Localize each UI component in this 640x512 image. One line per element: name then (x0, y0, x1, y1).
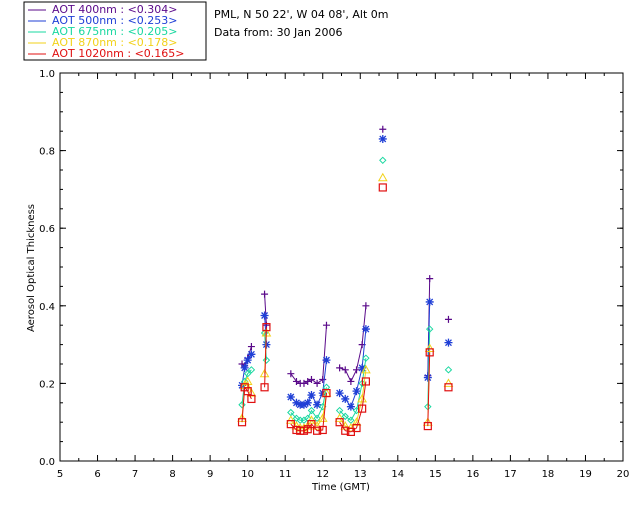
data-point (347, 377, 355, 385)
y-tick-label: 0.0 (39, 457, 55, 468)
data-point (313, 379, 321, 387)
data-point (377, 172, 388, 182)
y-tick-label: 1.0 (39, 69, 55, 80)
data-point (444, 366, 453, 374)
data-point (426, 275, 434, 283)
data-point (443, 378, 454, 387)
data-point (444, 315, 452, 323)
data-point (303, 398, 312, 407)
x-tick-label: 19 (579, 469, 592, 480)
data-point (261, 290, 269, 298)
x-tick-label: 10 (241, 469, 254, 480)
data-point (260, 311, 269, 320)
x-tick-label: 8 (169, 469, 175, 480)
data-point (444, 383, 453, 392)
x-tick-label: 7 (132, 469, 138, 480)
legend-entry: AOT 1020nm : <0.165> (52, 47, 185, 60)
data-point (247, 350, 256, 359)
station-location: PML, N 50 22', W 04 08', Alt 0m (214, 8, 388, 21)
x-axis-label: Time (GMT) (311, 482, 370, 493)
data-point (423, 373, 432, 382)
y-tick-label: 0.4 (39, 302, 55, 313)
x-tick-label: 17 (504, 469, 517, 480)
y-tick-label: 0.2 (39, 379, 55, 390)
data-point (319, 376, 327, 384)
data-point (307, 391, 316, 400)
data-point (379, 125, 387, 133)
data-point (243, 356, 252, 365)
data-point (334, 413, 345, 422)
axis-ticks: 5 6 7 8 9 10 11 12 13 14 15 16 17 18 19 20 0.0 0.2 0.4 0.6 0… (39, 69, 629, 480)
x-tick-label: 13 (354, 469, 367, 480)
data-point (378, 134, 387, 143)
x-tick-label: 20 (617, 469, 630, 480)
data-point (352, 387, 361, 396)
y-tick-label: 0.6 (39, 224, 55, 235)
plot-frame (59, 72, 624, 462)
data-point (378, 183, 387, 192)
y-tick-label: 0.8 (39, 147, 55, 158)
data-point (322, 321, 330, 329)
x-tick-label: 6 (94, 469, 100, 480)
x-tick-label: 12 (316, 469, 329, 480)
y-axis-label: Aerosol Optical Thickness (26, 204, 37, 332)
data-point (341, 394, 350, 403)
data-point (425, 297, 434, 306)
data-point (379, 156, 387, 165)
x-tick-label: 15 (429, 469, 442, 480)
aot-chart: AOT 400nm : <0.304>AOT 500nm : <0.253>AO… (23, 1, 629, 493)
data-date: Data from: 30 Jan 2006 (214, 26, 343, 39)
data-point (361, 325, 370, 334)
data-point (362, 302, 370, 310)
data-point (247, 343, 255, 351)
data-point (322, 356, 331, 365)
data-point (285, 415, 296, 424)
x-tick-label: 11 (279, 469, 292, 480)
x-tick-label: 14 (391, 469, 404, 480)
series-line (290, 325, 327, 385)
series-triangle (237, 172, 454, 432)
series-plus (238, 125, 452, 387)
legend: AOT 400nm : <0.304>AOT 500nm : <0.253>AO… (23, 1, 207, 61)
series-diamond (238, 156, 453, 424)
x-tick-label: 9 (207, 469, 213, 480)
data-point (287, 370, 295, 378)
data-series (237, 125, 454, 436)
data-point (444, 338, 453, 347)
x-tick-label: 16 (466, 469, 479, 480)
data-point (346, 402, 355, 411)
x-tick-label: 18 (542, 469, 555, 480)
x-tick-label: 5 (57, 469, 63, 480)
